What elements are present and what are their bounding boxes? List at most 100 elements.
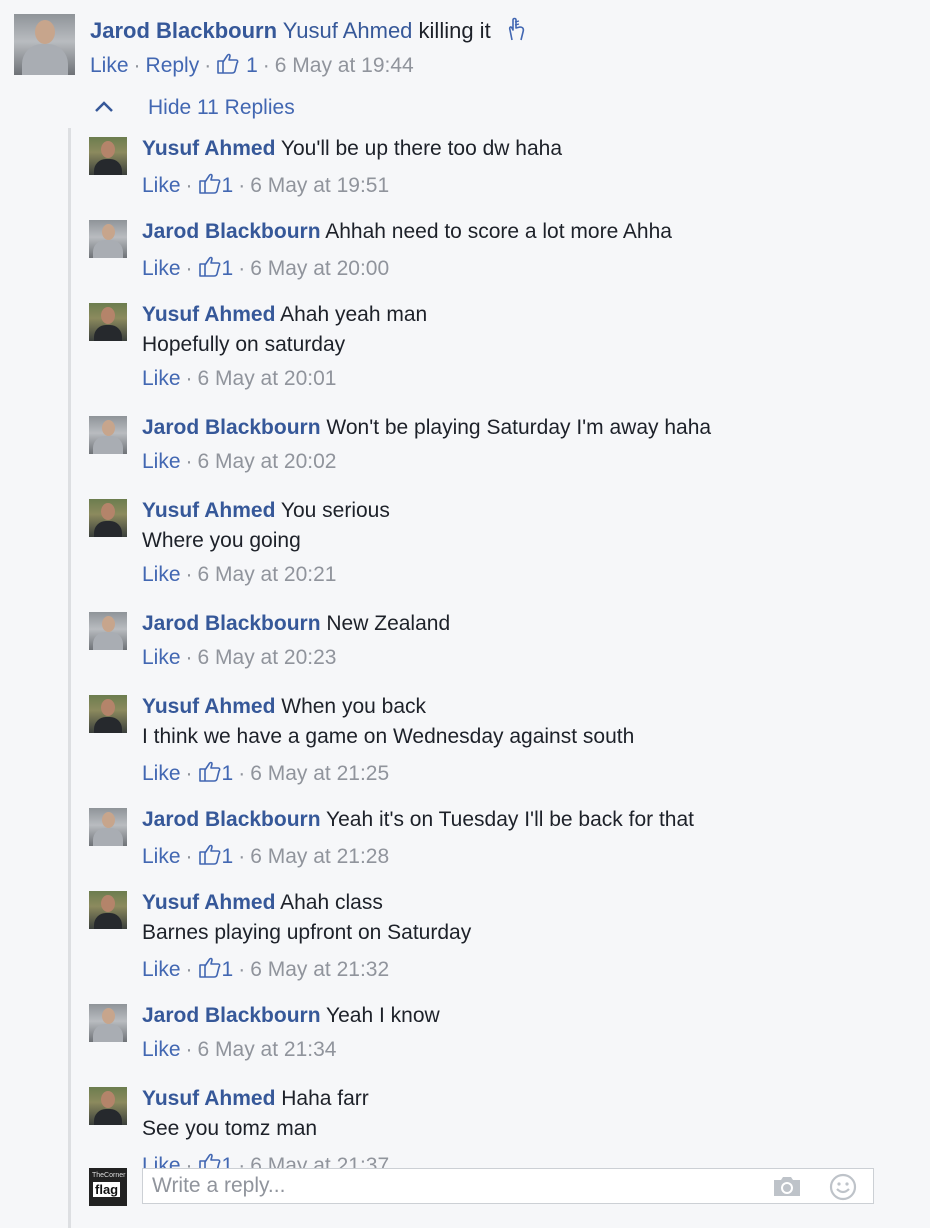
reply-meta: Like · 6 May at 20:21 bbox=[142, 563, 337, 586]
reply-meta: Like · 1 · 6 May at 19:51 bbox=[142, 171, 389, 198]
like-link[interactable]: Like bbox=[142, 1038, 181, 1061]
reply-text-line: Barnes playing upfront on Saturday bbox=[142, 921, 472, 944]
reply-text-continued: Barnes playing upfront on Saturday bbox=[142, 921, 471, 945]
timestamp[interactable]: 6 May at 21:25 bbox=[250, 762, 389, 785]
avatar[interactable] bbox=[89, 891, 127, 929]
reply-text-line: You'll be up there too dw haha bbox=[280, 137, 562, 160]
reply-text-line: You serious bbox=[280, 499, 390, 522]
like-link[interactable]: Like bbox=[142, 367, 181, 390]
reply-author[interactable]: Yusuf Ahmed bbox=[142, 695, 275, 718]
timestamp[interactable]: 6 May at 20:02 bbox=[198, 450, 337, 473]
thumbs-up-icon[interactable] bbox=[198, 842, 222, 866]
avatar[interactable] bbox=[89, 416, 127, 454]
smiley-icon[interactable] bbox=[829, 1173, 857, 1201]
reply-link[interactable]: Reply bbox=[146, 54, 200, 77]
comment-author[interactable]: Jarod Blackbourn bbox=[90, 18, 277, 43]
reply-text: Jarod Blackbourn Yeah I know bbox=[142, 1004, 440, 1028]
like-link[interactable]: Like bbox=[142, 450, 181, 473]
timestamp[interactable]: 6 May at 20:21 bbox=[198, 563, 337, 586]
reply-author[interactable]: Jarod Blackbourn bbox=[142, 220, 321, 243]
avatar: TheCorner flag bbox=[89, 1168, 127, 1206]
reply-author[interactable]: Yusuf Ahmed bbox=[142, 1087, 275, 1110]
like-count[interactable]: 1 bbox=[246, 54, 258, 77]
like-link[interactable]: Like bbox=[142, 958, 181, 981]
reply-meta: Like · 1 · 6 May at 21:28 bbox=[142, 842, 389, 869]
like-count[interactable]: 1 bbox=[222, 958, 234, 981]
timestamp[interactable]: 6 May at 19:44 bbox=[275, 54, 414, 77]
timestamp[interactable]: 6 May at 21:34 bbox=[198, 1038, 337, 1061]
avatar[interactable] bbox=[89, 499, 127, 537]
avatar[interactable] bbox=[89, 1087, 127, 1125]
reply-author[interactable]: Yusuf Ahmed bbox=[142, 303, 275, 326]
hide-replies-button[interactable]: Hide 11 Replies bbox=[94, 96, 295, 120]
reply-text-continued: Where you going bbox=[142, 529, 301, 553]
timestamp[interactable]: 6 May at 20:01 bbox=[198, 367, 337, 390]
reply-text-line: Yeah I know bbox=[326, 1004, 440, 1027]
thumbs-up-icon[interactable] bbox=[216, 51, 240, 75]
reply-composer: TheCorner flag bbox=[89, 1168, 889, 1208]
reply-text-line: Where you going bbox=[142, 529, 301, 552]
hide-replies-label[interactable]: Hide 11 Replies bbox=[148, 96, 295, 119]
reply-input[interactable] bbox=[142, 1168, 874, 1204]
avatar[interactable] bbox=[89, 695, 127, 733]
reply-meta: Like · 1 · 6 May at 21:25 bbox=[142, 759, 389, 786]
comment-body: Jarod Blackbourn Yusuf Ahmed killing it bbox=[90, 16, 529, 44]
like-link[interactable]: Like bbox=[142, 563, 181, 586]
reply-text-line: Ahah class bbox=[280, 891, 383, 914]
reply-text: Jarod Blackbourn New Zealand bbox=[142, 612, 450, 636]
reply-author[interactable]: Yusuf Ahmed bbox=[142, 137, 275, 160]
reply-meta: Like · 6 May at 20:02 bbox=[142, 450, 337, 473]
reply-author[interactable]: Jarod Blackbourn bbox=[142, 612, 321, 635]
reply-text-line: Ahah yeah man bbox=[280, 303, 428, 326]
like-link[interactable]: Like bbox=[142, 257, 181, 280]
reply-meta: Like · 6 May at 20:01 bbox=[142, 367, 337, 390]
thumbs-up-icon[interactable] bbox=[198, 759, 222, 783]
like-count[interactable]: 1 bbox=[222, 174, 234, 197]
reply-author[interactable]: Jarod Blackbourn bbox=[142, 808, 321, 831]
reply-text-line: Won't be playing Saturday I'm away haha bbox=[326, 416, 712, 439]
like-link[interactable]: Like bbox=[142, 174, 181, 197]
reply-author[interactable]: Jarod Blackbourn bbox=[142, 1004, 321, 1027]
avatar[interactable] bbox=[89, 808, 127, 846]
timestamp[interactable]: 6 May at 20:00 bbox=[250, 257, 389, 280]
reply-meta: Like · 1 · 6 May at 21:32 bbox=[142, 955, 389, 982]
like-count[interactable]: 1 bbox=[222, 257, 234, 280]
thread-line bbox=[68, 128, 71, 1228]
reply-text-line: Hopefully on saturday bbox=[142, 333, 346, 356]
thumbs-up-icon[interactable] bbox=[198, 254, 222, 278]
avatar[interactable] bbox=[89, 303, 127, 341]
like-link[interactable]: Like bbox=[142, 845, 181, 868]
reply-author[interactable]: Yusuf Ahmed bbox=[142, 891, 275, 914]
like-count[interactable]: 1 bbox=[222, 762, 234, 785]
avatar[interactable] bbox=[89, 137, 127, 175]
camera-icon[interactable] bbox=[772, 1174, 802, 1198]
reply-author[interactable]: Jarod Blackbourn bbox=[142, 416, 321, 439]
reply-text: Jarod Blackbourn Won't be playing Saturd… bbox=[142, 416, 711, 440]
timestamp[interactable]: 6 May at 19:51 bbox=[250, 174, 389, 197]
timestamp[interactable]: 6 May at 21:32 bbox=[250, 958, 389, 981]
thumbs-up-icon[interactable] bbox=[198, 955, 222, 979]
avatar[interactable] bbox=[89, 1004, 127, 1042]
reply-text: Yusuf Ahmed You'll be up there too dw ha… bbox=[142, 137, 562, 161]
like-link[interactable]: Like bbox=[90, 54, 129, 77]
hand-emoji-icon bbox=[508, 17, 524, 41]
timestamp[interactable]: 6 May at 20:23 bbox=[198, 646, 337, 669]
thumbs-up-icon[interactable] bbox=[198, 171, 222, 195]
avatar[interactable] bbox=[89, 612, 127, 650]
reply-text: Yusuf Ahmed Ahah class bbox=[142, 891, 383, 915]
reply-text: Yusuf Ahmed You serious bbox=[142, 499, 390, 523]
reply-text-line: I think we have a game on Wednesday agai… bbox=[142, 725, 635, 748]
reply-text-line: Yeah it's on Tuesday I'll be back for th… bbox=[326, 808, 694, 831]
like-link[interactable]: Like bbox=[142, 646, 181, 669]
tagged-user[interactable]: Yusuf Ahmed bbox=[283, 18, 413, 43]
like-link[interactable]: Like bbox=[142, 762, 181, 785]
reply-author[interactable]: Yusuf Ahmed bbox=[142, 499, 275, 522]
reply-text: Yusuf Ahmed Ahah yeah man bbox=[142, 303, 427, 327]
reply-text-line: When you back bbox=[281, 695, 426, 718]
reply-text: Yusuf Ahmed Haha farr bbox=[142, 1087, 369, 1111]
avatar[interactable] bbox=[14, 14, 75, 75]
like-count[interactable]: 1 bbox=[222, 845, 234, 868]
timestamp[interactable]: 6 May at 21:28 bbox=[250, 845, 389, 868]
avatar[interactable] bbox=[89, 220, 127, 258]
reply-text-continued: Hopefully on saturday bbox=[142, 333, 345, 357]
